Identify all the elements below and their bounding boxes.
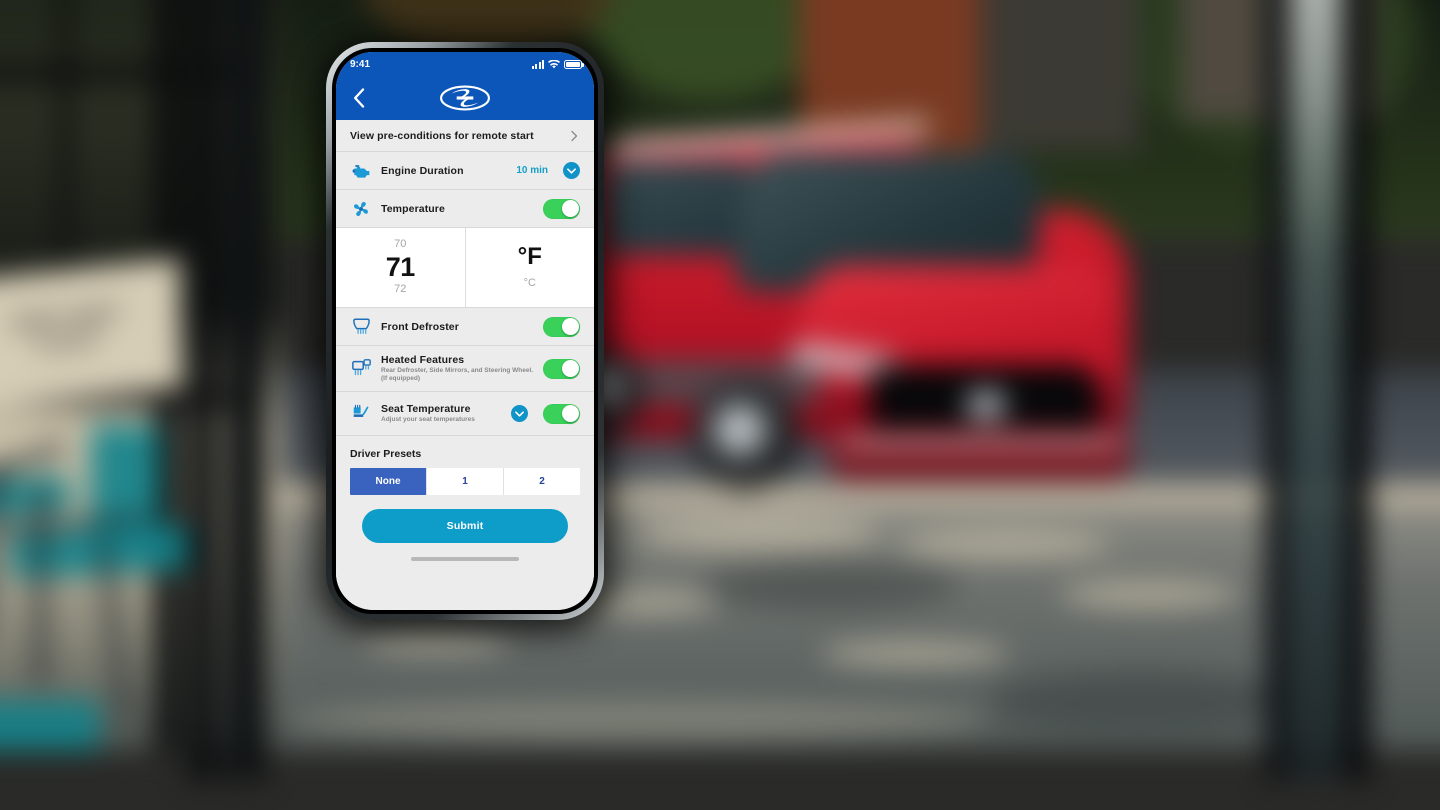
app-content: View pre-conditions for remote start Eng… [336,120,594,610]
temperature-unit-column[interactable]: °F °C [465,228,594,308]
fan-icon [350,199,372,219]
engine-duration-row[interactable]: Engine Duration 10 min [336,152,594,190]
temperature-text: Temperature [381,203,534,215]
front-defroster-row[interactable]: Front Defroster [336,308,594,347]
front-defroster-label: Front Defroster [381,320,459,333]
window-glass-strip [1290,0,1342,780]
engine-icon [350,161,372,181]
app-nav-bar [336,76,594,120]
storefront-sign: 11pm-11pm DAILY [0,257,180,413]
shadow-patch [990,670,1290,730]
temp-value-above: 70 [394,238,407,250]
view-preconditions-row[interactable]: View pre-conditions for remote start [336,120,594,152]
engine-duration-text: Engine Duration [381,165,507,177]
blurred-photo-layer: 11pm-11pm DAILY [0,0,1440,810]
light-patch [360,630,510,654]
heated-seat-icon [350,404,372,424]
temp-unit-other: °C [523,277,536,290]
seat-temperature-label: Seat Temperature [381,403,471,416]
heated-features-toggle[interactable] [543,358,580,379]
scene-background: 11pm-11pm DAILY 9:41 View pre-conditions… [0,0,1440,810]
seat-temperature-row[interactable]: Seat Temperature Adjust your seat temper… [336,392,594,437]
chrome-trim [840,438,1120,450]
chevron-left-icon [354,88,365,108]
seat-temperature-sublabel: Adjust your seat temperatures [381,416,475,424]
red-suv-vehicle [540,90,1160,490]
light-patch [1060,580,1240,610]
seat-temperature-text: Seat Temperature Adjust your seat temper… [381,403,502,424]
heated-features-row[interactable]: Heated Features Rear Defroster, Side Mir… [336,346,594,393]
phone-screen: 9:41 View pre-conditions for remote star… [336,52,594,610]
home-indicator-bar[interactable] [411,557,519,562]
window-mullion [188,0,218,780]
temperature-value-column[interactable]: 70 71 72 [336,228,466,308]
light-patch [640,515,880,551]
battery-full-icon [564,59,584,69]
phone-bezel: 9:41 View pre-conditions for remote star… [332,48,598,614]
window-mullion [1266,0,1288,780]
preset-option-none[interactable]: None [350,468,427,496]
status-bar: 9:41 [336,52,594,76]
chair-frame-leg [36,485,45,685]
patio-chair-seat [0,700,100,750]
temperature-row[interactable]: Temperature [336,190,594,228]
side-window [600,160,750,255]
heated-features-text: Heated Features Rear Defroster, Side Mir… [381,354,534,383]
light-patch [820,640,1010,668]
temperature-label: Temperature [381,202,445,215]
light-patch [900,530,1110,560]
temperature-toggle[interactable] [543,198,580,219]
window-post [226,0,266,780]
back-button[interactable] [346,85,372,111]
heated-features-icon [350,359,372,379]
cellular-bars-icon [531,59,544,69]
temp-unit-selected: °F [517,242,542,270]
front-defroster-toggle[interactable] [543,316,580,337]
heated-features-label: Heated Features [381,354,465,367]
seat-temperature-expand-icon[interactable] [511,405,528,423]
status-indicators [531,59,584,69]
driver-presets-section: Driver Presets None 1 2 [336,436,594,496]
home-indicator-area [336,553,594,570]
driver-presets-label: Driver Presets [350,448,422,461]
engine-duration-label: Engine Duration [381,164,464,177]
front-wheel [690,380,800,490]
preconditions-label: View pre-conditions for remote start [350,129,534,142]
temp-value-below: 72 [394,282,407,295]
temperature-picker[interactable]: 70 71 72 °F °C [336,228,594,309]
window-mullion [1344,0,1370,780]
shadow-patch [700,560,960,610]
front-defroster-text: Front Defroster [381,321,534,333]
seat-temperature-toggle[interactable] [543,403,580,424]
light-patch [290,700,990,740]
chevron-down-circle-icon[interactable] [563,162,580,179]
submit-button[interactable]: Submit [362,509,568,544]
chevron-right-icon [571,130,578,141]
status-time: 9:41 [350,58,371,70]
defroster-icon [350,317,372,337]
driver-presets-segmented-control: None 1 2 [350,468,580,496]
heated-features-sublabel: Rear Defroster, Side Mirrors, and Steeri… [381,367,534,383]
vehicle-emblem [965,390,1007,420]
preset-option-1[interactable]: 1 [427,468,504,496]
preset-option-2[interactable]: 2 [504,468,580,496]
wifi-icon [548,59,560,68]
engine-duration-value: 10 min [516,165,548,176]
hyundai-logo-icon [440,85,490,111]
phone-device: 9:41 View pre-conditions for remote star… [326,42,604,620]
temp-value-selected: 71 [385,251,416,282]
submit-section: Submit [336,495,594,554]
